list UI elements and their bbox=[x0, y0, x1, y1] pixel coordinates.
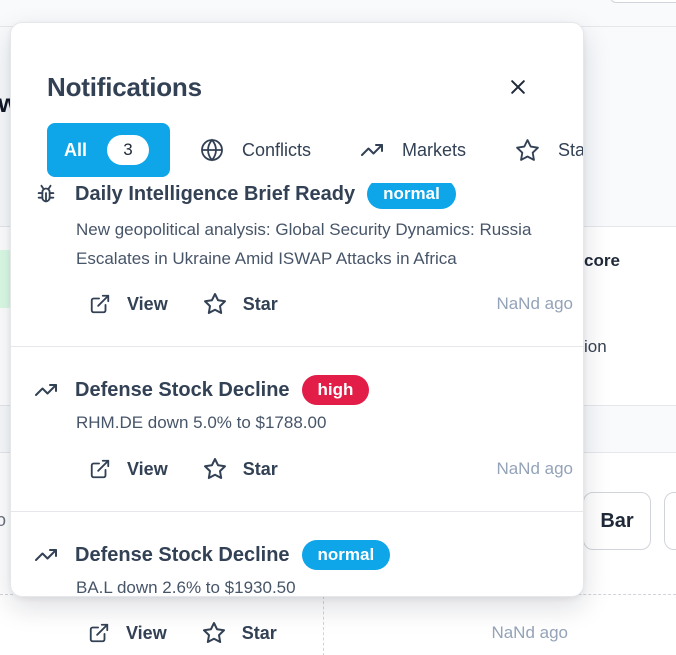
view-button[interactable]: View bbox=[89, 293, 168, 315]
star-icon bbox=[203, 293, 226, 315]
external-link-icon bbox=[90, 459, 110, 479]
tab-all[interactable]: All 3 bbox=[47, 123, 170, 177]
notification-description: New geopolitical analysis: Global Securi… bbox=[76, 220, 532, 268]
background-text-fragment-left: o bbox=[0, 510, 7, 530]
tab-starred[interactable]: Starred bbox=[515, 123, 584, 177]
view-button[interactable]: View bbox=[89, 458, 168, 480]
header-control[interactable] bbox=[610, 0, 676, 3]
notification-title: Daily Intelligence Brief Ready bbox=[75, 183, 356, 205]
notification-list[interactable]: Daily Intelligence Brief Ready normal Ne… bbox=[11, 183, 583, 597]
severity-badge: high bbox=[301, 375, 370, 405]
star-label: Star bbox=[242, 458, 278, 479]
tab-markets[interactable]: Markets bbox=[360, 123, 466, 177]
star-button[interactable]: Star bbox=[203, 457, 278, 481]
notification-header: Daily Intelligence Brief Ready normal bbox=[33, 183, 456, 211]
tab-conflicts[interactable]: Conflicts bbox=[200, 123, 311, 177]
close-button[interactable] bbox=[504, 73, 532, 101]
notification-actions-overflow: View Star NaNd ago bbox=[88, 616, 568, 650]
bar-chart-button[interactable]: Bar bbox=[583, 492, 651, 550]
star-label: Star bbox=[242, 293, 278, 314]
notification-item: Daily Intelligence Brief Ready normal Ne… bbox=[11, 183, 583, 346]
tab-all-label: All bbox=[64, 139, 88, 160]
star-icon bbox=[202, 622, 225, 644]
view-label: View bbox=[126, 622, 167, 643]
notification-actions: View Star NaNd ago bbox=[89, 287, 573, 321]
notification-title: Defense Stock Decline bbox=[75, 378, 290, 401]
severity-badge: normal bbox=[367, 183, 456, 209]
notification-header: Defense Stock Decline high bbox=[33, 373, 370, 407]
star-button[interactable]: Star bbox=[203, 292, 278, 316]
external-link-icon bbox=[90, 294, 110, 314]
star-button[interactable]: Star bbox=[202, 621, 277, 645]
background-score-label: core bbox=[584, 251, 620, 270]
tab-all-count-badge: 3 bbox=[107, 135, 150, 165]
star-icon bbox=[516, 138, 539, 161]
trending-up-icon bbox=[33, 542, 59, 568]
time-ago: NaNd ago bbox=[496, 294, 573, 313]
view-button[interactable]: View bbox=[88, 622, 167, 644]
view-label: View bbox=[127, 293, 168, 314]
tab-conflicts-label: Conflicts bbox=[242, 139, 312, 160]
view-label: View bbox=[127, 458, 168, 479]
notification-title: Defense Stock Decline bbox=[75, 543, 290, 566]
time-ago: NaNd ago bbox=[491, 623, 568, 642]
chart-type-button[interactable] bbox=[664, 492, 676, 550]
notification-description: RHM.DE down 5.0% to $1788.00 bbox=[76, 413, 327, 432]
bug-icon bbox=[33, 183, 59, 207]
globe-icon bbox=[201, 138, 223, 162]
notification-item: Defense Stock Decline normal BA.L down 2… bbox=[11, 512, 583, 597]
notifications-popover: Notifications All 3 Conflicts Markets St… bbox=[10, 22, 584, 597]
close-icon bbox=[511, 80, 525, 94]
external-link-icon bbox=[89, 623, 109, 643]
trending-up-icon bbox=[361, 144, 383, 156]
star-label: Star bbox=[241, 622, 277, 643]
background-text-fragment: ion bbox=[584, 337, 607, 356]
notification-item: Defense Stock Decline high RHM.DE down 5… bbox=[11, 347, 583, 511]
filter-tabs: All 3 Conflicts Markets Starred bbox=[47, 123, 584, 177]
trending-up-icon bbox=[33, 377, 59, 403]
tab-markets-label: Markets bbox=[402, 139, 467, 160]
severity-badge: normal bbox=[301, 540, 391, 570]
notification-actions: View Star NaNd ago bbox=[89, 452, 573, 486]
popover-title: Notifications bbox=[47, 72, 202, 102]
tab-starred-label: Starred bbox=[558, 139, 584, 160]
time-ago: NaNd ago bbox=[496, 459, 573, 478]
notification-header: Defense Stock Decline normal bbox=[33, 538, 391, 572]
star-icon bbox=[203, 458, 226, 480]
notification-description: BA.L down 2.6% to $1930.50 bbox=[76, 578, 296, 597]
app-stage: w core ion o Bar View Star NaNd ago Noti… bbox=[0, 0, 676, 655]
